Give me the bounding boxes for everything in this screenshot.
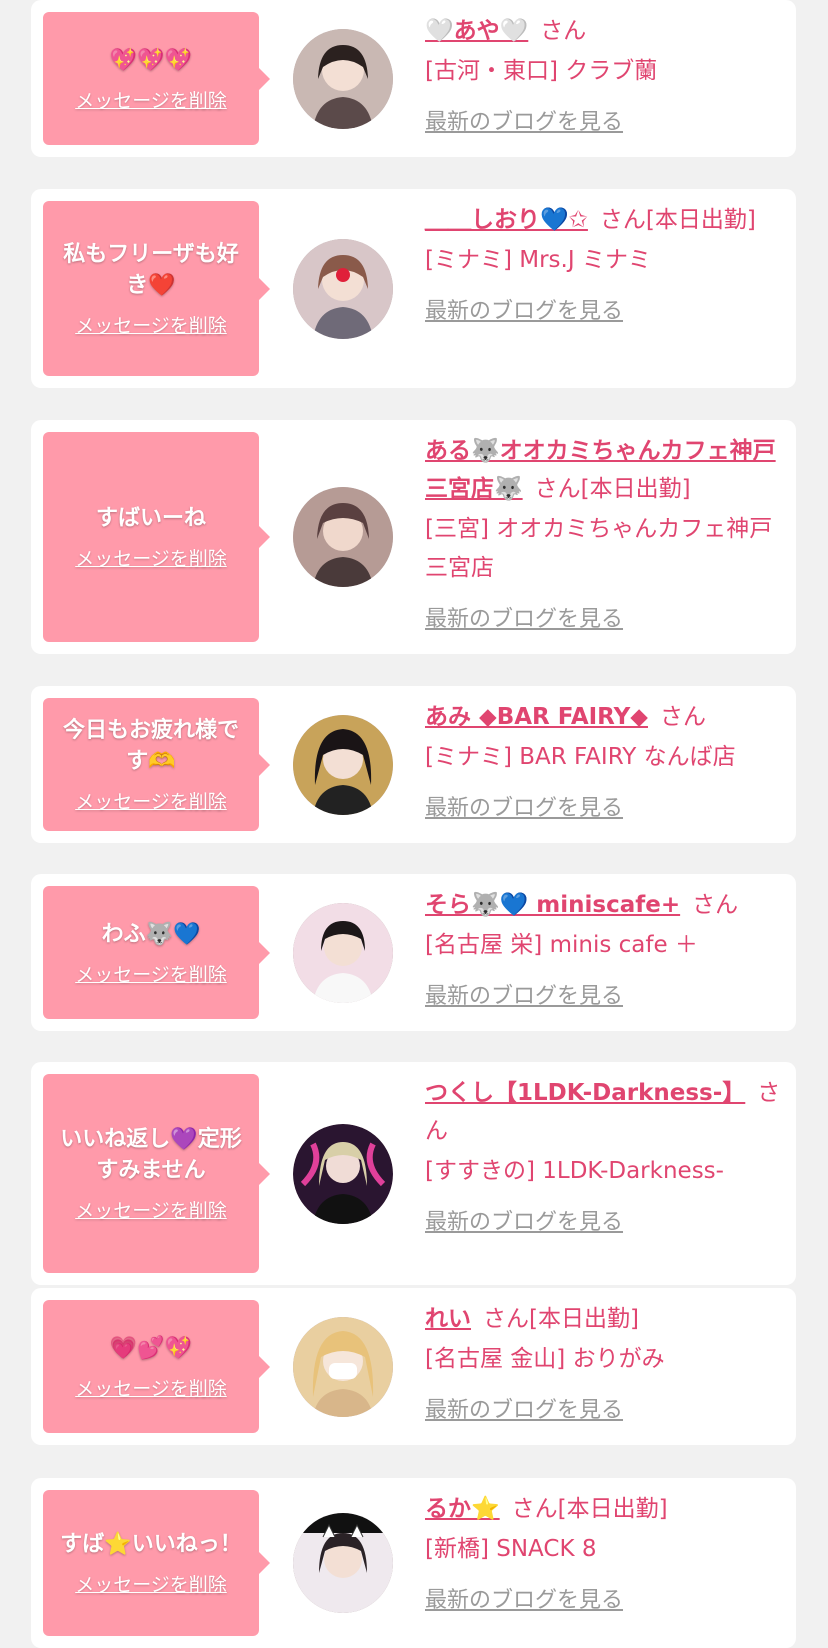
user-name-link[interactable]: あみ ◆BAR FAIRY◆ [425, 704, 648, 730]
avatar[interactable] [293, 28, 393, 129]
honorific: さん [511, 1496, 558, 1522]
user-info: ある🐺オオカミちゃんカフェ神戸三宮店🐺 さん[本日出勤] [三宮] オオカミちゃん… [425, 432, 784, 633]
avatar[interactable] [293, 1513, 393, 1613]
user-info: るか⭐️ さん[本日出勤] [新橋] SNACK 8 最新のブログを見る [425, 1490, 784, 1614]
user-info: 🤍あや🤍 さん [古河・東口] クラブ蘭 最新のブログを見る [425, 12, 784, 136]
avatar[interactable] [293, 902, 393, 1003]
message-bubble: 💖💖💖 メッセージを削除 [43, 12, 270, 145]
message-text: すば⭐️いいねっ！ [60, 1532, 242, 1557]
message-card: すばいーね メッセージを削除 ある🐺オオカミちゃんカフェ神戸三宮店🐺 さん[本日出… [31, 420, 796, 654]
shop-info: [ミナミ] BAR FAIRY なんば店 [425, 744, 736, 770]
avatar[interactable] [293, 487, 393, 587]
message-bubble: わふ🐺💙 メッセージを削除 [43, 886, 270, 1019]
work-status: [本日出勤] [529, 1306, 639, 1332]
user-name-link[interactable]: 🤍あや🤍 [425, 18, 528, 44]
honorific: さん [599, 207, 646, 233]
latest-blog-link[interactable]: 最新のブログを見る [425, 601, 623, 633]
honorific: さん [534, 476, 581, 502]
work-status: [本日出勤] [557, 1496, 668, 1522]
avatar[interactable] [293, 714, 393, 815]
shop-info: [ミナミ] Mrs.J ミナミ [425, 247, 651, 273]
delete-message-link[interactable]: メッセージを削除 [75, 1570, 227, 1597]
user-info: つくし【1LDK-Darkness-】 さん [すすきの] 1LDK-Darkne… [425, 1074, 784, 1236]
name-line: るか⭐️ さん[本日出勤] [425, 1490, 784, 1528]
message-list: 💖💖💖 メッセージを削除 🤍あや🤍 さん [古河・東口] クラブ蘭 最新のブログを… [0, 0, 828, 1648]
delete-message-link[interactable]: メッセージを削除 [75, 1374, 227, 1401]
shop-info: [古河・東口] クラブ蘭 [425, 58, 658, 84]
message-text: 私もフリーザも好き❤️ [63, 242, 239, 298]
message-card: 今日もお疲れ様です🫶 メッセージを削除 あみ ◆BAR FAIRY◆ さん [ミナ… [31, 686, 796, 843]
user-name-link[interactable]: れい [425, 1306, 471, 1332]
message-bubble: 私もフリーザも好き❤️ メッセージを削除 [43, 201, 270, 376]
latest-blog-link[interactable]: 最新のブログを見る [425, 104, 623, 136]
message-text: 今日もお疲れ様です🫶 [62, 718, 239, 774]
latest-blog-link[interactable]: 最新のブログを見る [425, 790, 623, 822]
name-line: れい さん[本日出勤] [425, 1300, 784, 1338]
message-text: わふ🐺💙 [101, 921, 201, 947]
name-line: 🤍あや🤍 さん [425, 12, 784, 50]
user-info: あみ ◆BAR FAIRY◆ さん [ミナミ] BAR FAIRY なんば店 最新… [425, 698, 784, 822]
honorific: さん [483, 1306, 529, 1332]
message-bubble: すば⭐️いいねっ！ メッセージを削除 [43, 1490, 270, 1636]
shop-info: [すすきの] 1LDK-Darkness- [425, 1158, 724, 1184]
honorific: さん [692, 892, 739, 918]
latest-blog-link[interactable]: 最新のブログを見る [425, 293, 623, 325]
message-bubble: いいね返し💜定形すみません メッセージを削除 [43, 1074, 270, 1273]
latest-blog-link[interactable]: 最新のブログを見る [425, 1392, 623, 1424]
user-name-link[interactable]: そら🐺💙 miniscafe+ [425, 892, 680, 918]
name-line: あみ ◆BAR FAIRY◆ さん [425, 698, 784, 736]
message-text: 💖💖💖 [109, 47, 193, 73]
delete-message-link[interactable]: メッセージを削除 [75, 960, 227, 987]
message-bubble: すばいーね メッセージを削除 [43, 432, 270, 642]
message-card: 私もフリーザも好き❤️ メッセージを削除 ＿＿しおり💙✩ さん[本日出勤] [ミナ… [31, 189, 796, 388]
delete-message-link[interactable]: メッセージを削除 [75, 86, 227, 113]
avatar[interactable] [293, 1316, 393, 1417]
delete-message-link[interactable]: メッセージを削除 [75, 787, 227, 814]
shop-info: [新橋] SNACK 8 [425, 1536, 597, 1562]
message-text: 💗💕💖 [109, 1335, 193, 1361]
work-status: [本日出勤] [645, 207, 756, 233]
user-name-link[interactable]: るか⭐️ [425, 1496, 500, 1522]
message-text: すばいーね [95, 506, 206, 531]
user-info: そら🐺💙 miniscafe+ さん [名古屋 栄] minis cafe ＋ 最… [425, 886, 784, 1010]
avatar[interactable] [293, 1123, 393, 1224]
message-card: いいね返し💜定形すみません メッセージを削除 つくし【1LDK-Darkness… [31, 1062, 796, 1285]
name-line: ある🐺オオカミちゃんカフェ神戸三宮店🐺 さん[本日出勤] [425, 432, 784, 508]
message-card: 💗💕💖 メッセージを削除 れい さん[本日出勤] [名古屋 金山] おりがみ 最新… [31, 1288, 796, 1445]
message-card: わふ🐺💙 メッセージを削除 そら🐺💙 miniscafe+ さん [名古屋 栄] … [31, 874, 796, 1031]
name-line: そら🐺💙 miniscafe+ さん [425, 886, 784, 924]
delete-message-link[interactable]: メッセージを削除 [75, 544, 227, 571]
message-text: いいね返し💜定形すみません [60, 1127, 242, 1183]
work-status: [本日出勤] [580, 476, 691, 502]
latest-blog-link[interactable]: 最新のブログを見る [425, 1204, 623, 1236]
message-bubble: 💗💕💖 メッセージを削除 [43, 1300, 270, 1433]
name-line: ＿＿しおり💙✩ さん[本日出勤] [425, 201, 784, 239]
user-info: れい さん[本日出勤] [名古屋 金山] おりがみ 最新のブログを見る [425, 1300, 784, 1424]
message-card: 💖💖💖 メッセージを削除 🤍あや🤍 さん [古河・東口] クラブ蘭 最新のブログを… [31, 0, 796, 157]
user-name-link[interactable]: ＿＿しおり💙✩ [425, 207, 588, 233]
latest-blog-link[interactable]: 最新のブログを見る [425, 1582, 623, 1614]
message-bubble: 今日もお疲れ様です🫶 メッセージを削除 [43, 698, 270, 831]
avatar[interactable] [293, 238, 393, 339]
shop-info: [三宮] オオカミちゃんカフェ神戸三宮店 [425, 516, 773, 581]
shop-info: [名古屋 金山] おりがみ [425, 1346, 665, 1372]
user-info: ＿＿しおり💙✩ さん[本日出勤] [ミナミ] Mrs.J ミナミ 最新のブログを見… [425, 201, 784, 325]
delete-message-link[interactable]: メッセージを削除 [75, 311, 227, 338]
honorific: さん [540, 18, 587, 44]
name-line: つくし【1LDK-Darkness-】 さん [425, 1074, 784, 1150]
latest-blog-link[interactable]: 最新のブログを見る [425, 978, 623, 1010]
honorific: さん [659, 704, 706, 730]
shop-info: [名古屋 栄] minis cafe ＋ [425, 932, 698, 958]
user-name-link[interactable]: つくし【1LDK-Darkness-】 [425, 1080, 745, 1106]
delete-message-link[interactable]: メッセージを削除 [75, 1196, 227, 1223]
